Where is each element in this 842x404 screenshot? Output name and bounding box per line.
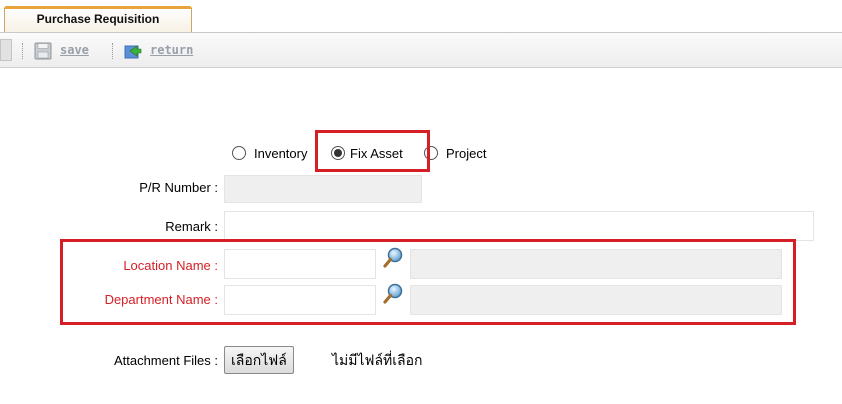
tab-purchase-requisition[interactable]: Purchase Requisition <box>4 6 192 32</box>
location-search-icon[interactable] <box>382 247 404 269</box>
radio-inventory[interactable] <box>232 146 246 160</box>
toolbar-grip-handle[interactable] <box>0 39 12 61</box>
tab-bar: Purchase Requisition <box>0 0 842 34</box>
location-code-input[interactable] <box>224 249 376 279</box>
no-file-selected-text: ไม่มีไฟล์ที่เลือก <box>332 352 423 368</box>
department-code-input[interactable] <box>224 285 376 315</box>
pr-number-label: P/R Number : <box>139 180 218 195</box>
attachment-files-label: Attachment Files : <box>113 353 218 368</box>
save-button[interactable]: save <box>60 43 89 57</box>
choose-file-button[interactable]: เลือกไฟล์ <box>224 346 294 374</box>
return-arrow-icon[interactable] <box>124 42 142 60</box>
fix-asset-highlight-box <box>315 130 430 172</box>
toolbar-separator <box>22 43 25 59</box>
location-name-label: Location Name : <box>123 258 218 273</box>
remark-label: Remark : <box>165 219 218 234</box>
toolbar-separator <box>112 43 115 59</box>
radio-label-inventory: Inventory <box>254 146 308 161</box>
remark-field[interactable] <box>224 211 814 241</box>
department-name-display <box>410 285 782 315</box>
pr-number-field[interactable] <box>224 175 422 203</box>
location-name-display <box>410 249 782 279</box>
floppy-disk-icon[interactable] <box>34 42 52 60</box>
return-button[interactable]: return <box>150 43 193 57</box>
department-search-icon[interactable] <box>382 283 404 305</box>
toolbar: save return <box>0 33 842 68</box>
radio-label-project: Project <box>446 146 487 161</box>
department-name-label: Department Name : <box>104 292 218 307</box>
